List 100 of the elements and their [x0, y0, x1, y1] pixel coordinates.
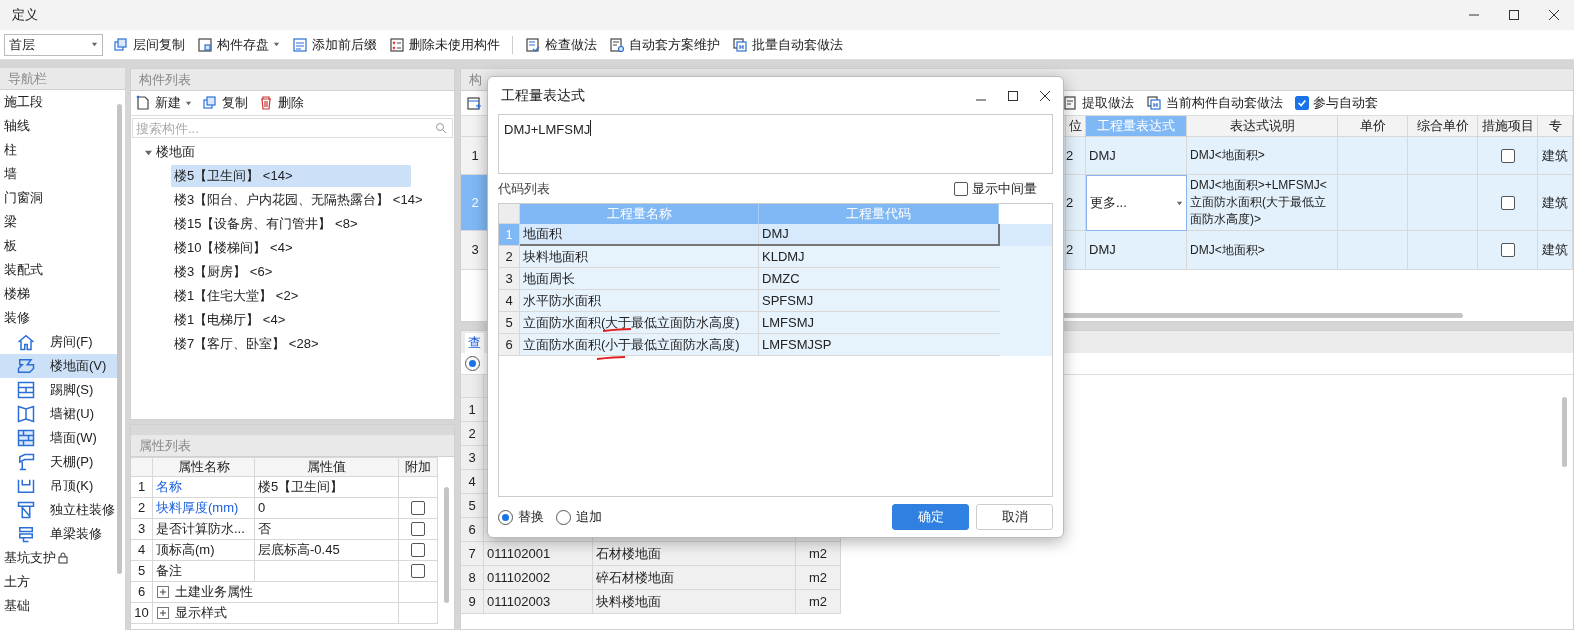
floor-dropdown[interactable]: 首层: [4, 33, 103, 56]
column-header[interactable]: 综合单价: [1408, 116, 1478, 137]
nav-subitem[interactable]: 墙面(W): [0, 426, 117, 450]
tab[interactable]: 查: [465, 333, 484, 353]
row-number: 2: [131, 498, 153, 519]
tree-item[interactable]: 楼7【客厅、卧室】 <28>: [171, 333, 322, 355]
mode-option[interactable]: 追加: [556, 507, 602, 527]
table-cell: 建筑: [1538, 175, 1573, 231]
table-cell[interactable]: 立面防水面积(小于最低立面防水高度): [523, 334, 740, 355]
nav-item[interactable]: 装修: [0, 306, 117, 330]
tree-item[interactable]: 楼5【卫生间】 <14>: [171, 165, 411, 187]
table-cell[interactable]: 否: [255, 519, 399, 540]
tree-item[interactable]: 楼3【厨房】 <6>: [171, 261, 276, 283]
table-cell[interactable]: 楼5【卫生间】: [255, 477, 399, 498]
nav-subitem[interactable]: 墙裙(U): [0, 402, 117, 426]
row-number: 10: [131, 603, 153, 624]
show-intermediate-checkbox[interactable]: 显示中间量: [954, 179, 1053, 199]
column-header[interactable]: 单价: [1338, 116, 1408, 137]
cancel-button[interactable]: 取消: [976, 504, 1053, 530]
tree-item[interactable]: 楼10【楼梯间】 <4>: [171, 237, 296, 259]
auto-apply-checkbox[interactable]: 参与自动套: [1295, 93, 1378, 113]
toolbar-button[interactable]: 提取做法: [1062, 93, 1134, 113]
column-header[interactable]: 表达式说明: [1187, 116, 1338, 137]
table-cell: 是否计算防水...: [153, 519, 255, 540]
nav-item[interactable]: 基础: [0, 594, 117, 618]
column-header[interactable]: 专: [1538, 116, 1573, 137]
table-cell[interactable]: 层底标高-0.45: [255, 540, 399, 561]
action-button[interactable]: 新建: [135, 93, 192, 113]
nav-subitem[interactable]: 楼地面(V): [0, 354, 117, 378]
expression-dropdown[interactable]: 更多...: [1086, 175, 1187, 231]
table-cell: 块料楼地面: [593, 590, 796, 614]
table-cell: 011102003: [484, 590, 593, 614]
table-cell[interactable]: DMJ: [759, 224, 998, 244]
toolbar-button[interactable]: 删除未使用构件: [389, 34, 500, 55]
nav-subitem[interactable]: 独立柱装修: [0, 498, 117, 522]
toolbar-button[interactable]: 检查做法: [525, 34, 597, 55]
table-cell[interactable]: 块料地面积: [523, 246, 588, 267]
table-cell[interactable]: SPFSMJ: [759, 290, 1000, 311]
nav-item[interactable]: 柱: [0, 138, 117, 162]
table-cell[interactable]: 水平防水面积: [523, 290, 601, 311]
row-number[interactable]: 5: [499, 312, 520, 334]
nav-item[interactable]: 施工段: [0, 90, 117, 114]
mode-option[interactable]: 替换: [498, 507, 544, 527]
table-cell[interactable]: DMJ: [1086, 231, 1187, 270]
row-number: 4: [131, 540, 153, 561]
toolbar-button[interactable]: 添加前后缀: [292, 34, 377, 55]
nav-item[interactable]: 装配式: [0, 258, 117, 282]
row-number[interactable]: 4: [499, 290, 520, 312]
table-cell: 块料厚度(mm): [153, 498, 255, 519]
nav-subitem[interactable]: 天棚(P): [0, 450, 117, 474]
nav-subitem[interactable]: 踢脚(S): [0, 378, 117, 402]
tree-node[interactable]: 楼地面: [131, 140, 454, 164]
toolbar-button[interactable]: 自动套方案维护: [609, 34, 720, 55]
column-header[interactable]: 位: [1066, 116, 1086, 137]
search-field[interactable]: 搜索构件...: [132, 118, 453, 138]
table-cell: 名称: [153, 477, 255, 498]
nav-subitem[interactable]: 吊顶(K): [0, 474, 117, 498]
table-cell: 建筑: [1538, 137, 1573, 175]
row-number[interactable]: 2: [499, 246, 520, 268]
nav-item[interactable]: 轴线: [0, 114, 117, 138]
table-cell[interactable]: 地面周长: [523, 268, 575, 289]
nav-item[interactable]: 土方: [0, 570, 117, 594]
table-cell: 顶标高(m): [153, 540, 255, 561]
action-button[interactable]: 复制: [202, 93, 248, 113]
action-button[interactable]: 删除: [258, 93, 304, 113]
column-header: 工程量代码: [759, 204, 999, 224]
nav-item[interactable]: 楼梯: [0, 282, 117, 306]
table-cell[interactable]: 立面防水面积(大于最低立面防水高度): [523, 312, 740, 333]
nav-item[interactable]: 基坑支护: [0, 546, 117, 570]
row-number[interactable]: 6: [499, 334, 520, 356]
panel-header: 属性列表: [131, 435, 454, 457]
table-cell: 建筑: [1538, 231, 1573, 270]
table-cell[interactable]: 0: [255, 498, 399, 519]
tree-item[interactable]: 楼1【住宅大堂】 <2>: [171, 285, 302, 307]
nav-item[interactable]: 门窗洞: [0, 186, 117, 210]
toolbar-button[interactable]: 构件存盘: [197, 34, 280, 55]
row-number: 9: [461, 590, 484, 614]
row-number[interactable]: 3: [499, 268, 520, 290]
nav-subitem[interactable]: 单梁装修: [0, 522, 117, 546]
nav-subitem[interactable]: 房间(F): [0, 330, 117, 354]
table-cell[interactable]: DMJ: [1086, 137, 1187, 175]
tree-item[interactable]: 楼3【阳台、户内花园、无隔热露台】 <14>: [171, 189, 426, 211]
toolbar-button[interactable]: 批量自动套做法: [732, 34, 843, 55]
confirm-button[interactable]: 确定: [892, 504, 969, 530]
table-cell[interactable]: 地面积: [523, 224, 562, 244]
nav-item[interactable]: 梁: [0, 210, 117, 234]
toolbar-button[interactable]: 层间复制: [113, 34, 185, 55]
table-cell: 2: [1066, 231, 1086, 270]
table-cell[interactable]: DMZC: [759, 268, 1000, 289]
tree-item[interactable]: 楼1【电梯厅】 <4>: [171, 309, 289, 331]
table-cell[interactable]: LMFSMJSP: [759, 334, 1000, 355]
nav-item[interactable]: 墙: [0, 162, 117, 186]
nav-item[interactable]: 板: [0, 234, 117, 258]
table-cell[interactable]: KLDMJ: [759, 246, 1000, 267]
toolbar-button[interactable]: 当前构件自动套做法: [1146, 93, 1283, 113]
table-cell[interactable]: LMFSMJ: [759, 312, 1000, 333]
expression-field[interactable]: DMJ+LMFSMJ: [498, 114, 1053, 174]
column-header[interactable]: 措施项目: [1478, 116, 1538, 137]
tree-item[interactable]: 楼15【设备房、有门管井】 <8>: [171, 213, 361, 235]
table-cell: 2: [1066, 175, 1086, 231]
